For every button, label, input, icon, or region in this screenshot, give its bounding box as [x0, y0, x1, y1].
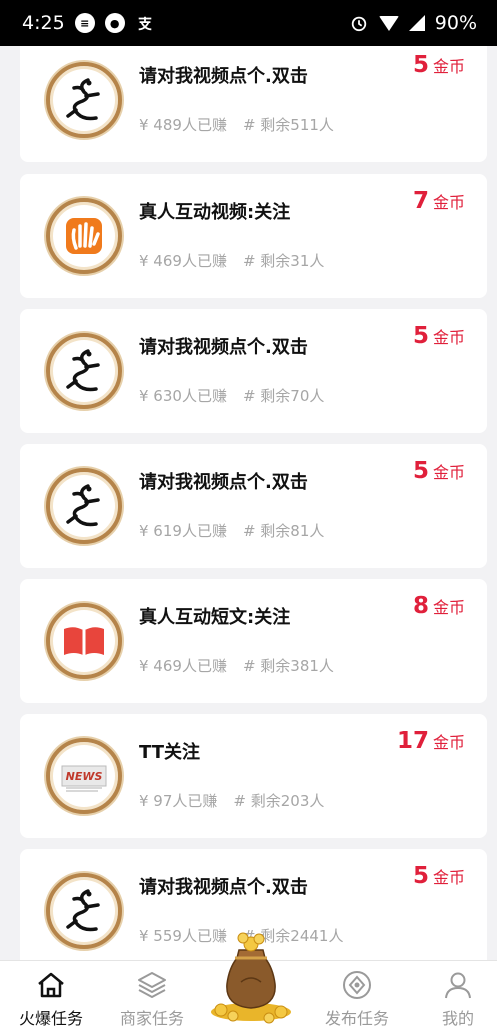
task-list[interactable]: 请对我视频点个.双击 ¥ 489人已赚 # 剩余511人 5 金币 真人互动视频…: [0, 46, 497, 960]
reward-unit: 金币: [432, 57, 465, 76]
earned-count: ¥ 469人已赚: [139, 657, 227, 675]
reward-unit: 金币: [432, 328, 465, 347]
reward-amount: 17: [396, 728, 429, 754]
battery-level: 90%: [434, 12, 477, 34]
earned-count: ¥ 630人已赚: [139, 387, 227, 405]
svg-text:NEWS: NEWS: [66, 770, 103, 783]
task-card[interactable]: NEWS TT关注 ¥ 97人已赚 # 剩余203人 17 金币: [20, 714, 487, 838]
task-title: 请对我视频点个.双击: [139, 472, 308, 493]
task-stats: ¥ 630人已赚 # 剩余70人: [139, 385, 324, 406]
remaining-count: # 剩余70人: [242, 387, 325, 405]
tab-label: 我的: [441, 1009, 474, 1028]
reward: 7 金币: [413, 188, 465, 214]
status-bar-right: 90%: [349, 12, 477, 34]
remaining-count: # 剩余203人: [233, 792, 325, 810]
tab-publish-task[interactable]: 发布任务: [312, 961, 402, 1033]
task-title: 请对我视频点个.双击: [139, 877, 308, 898]
dragon-logo-icon: [46, 333, 122, 409]
news-logo-icon: NEWS: [46, 738, 122, 814]
task-card[interactable]: 请对我视频点个.双击 ¥ 489人已赚 # 剩余511人 5 金币: [20, 46, 487, 162]
reward-amount: 5: [412, 52, 429, 78]
task-card[interactable]: 真人互动短文:关注 ¥ 469人已赚 # 剩余381人 8 金币: [20, 579, 487, 703]
task-title: TT关注: [139, 742, 200, 763]
tab-merchant-tasks[interactable]: 商家任务: [107, 961, 197, 1033]
task-stats: ¥ 469人已赚 # 剩余381人: [139, 655, 334, 676]
message-notification-icon: ≡: [74, 13, 95, 33]
user-icon: [445, 972, 471, 999]
hand-logo-icon: [46, 198, 122, 274]
task-title: 真人互动短文:关注: [139, 607, 291, 628]
status-time: 4:25: [22, 12, 65, 34]
earned-count: ¥ 469人已赚: [139, 252, 227, 270]
reward: 5 金币: [413, 863, 465, 889]
reward-unit: 金币: [432, 868, 465, 887]
task-title: 请对我视频点个.双击: [139, 66, 308, 87]
reward: 5 金币: [413, 323, 465, 349]
task-card[interactable]: 请对我视频点个.双击 ¥ 619人已赚 # 剩余81人 5 金币: [20, 444, 487, 568]
wifi-icon: [378, 15, 399, 31]
reward: 5 金币: [413, 458, 465, 484]
reward-amount: 7: [412, 188, 429, 214]
reward-amount: 5: [412, 458, 429, 484]
tab-label: 发布任务: [324, 1009, 389, 1028]
reward-unit: 金币: [432, 733, 465, 752]
task-stats: ¥ 619人已赚 # 剩余81人: [139, 520, 324, 541]
status-bar: 4:25 ≡ ● 90%: [0, 0, 497, 46]
reward-unit: 金币: [432, 598, 465, 617]
reward-amount: 5: [412, 863, 429, 889]
task-title: 请对我视频点个.双击: [139, 337, 308, 358]
reward: 5 金币: [413, 52, 465, 78]
layers-icon: [138, 972, 166, 998]
task-title: 真人互动视频:关注: [139, 202, 291, 223]
book-logo-icon: [46, 603, 122, 679]
alipay-notification-icon: [135, 13, 155, 33]
dragon-logo-icon: [46, 873, 122, 949]
task-stats: ¥ 97人已赚 # 剩余203人: [139, 790, 324, 811]
reward: 8 金币: [413, 593, 465, 619]
tab-label: 火爆任务: [18, 1009, 83, 1028]
reward-amount: 5: [412, 323, 429, 349]
earned-count: ¥ 489人已赚: [139, 116, 227, 134]
publish-icon: [343, 971, 371, 999]
task-card[interactable]: 请对我视频点个.双击 ¥ 630人已赚 # 剩余70人 5 金币: [20, 309, 487, 433]
remaining-count: # 剩余511人: [242, 116, 334, 134]
task-stats: ¥ 469人已赚 # 剩余31人: [139, 250, 324, 271]
reward-unit: 金币: [432, 193, 465, 212]
status-bar-left: 4:25 ≡ ●: [22, 12, 155, 34]
earned-count: ¥ 619人已赚: [139, 522, 227, 540]
alarm-icon: [349, 13, 369, 33]
remaining-count: # 剩余381人: [242, 657, 334, 675]
signal-icon: [408, 15, 425, 31]
money-bag-icon[interactable]: [207, 932, 295, 1024]
remaining-count: # 剩余81人: [242, 522, 325, 540]
dragon-logo-icon: [46, 468, 122, 544]
home-icon: [38, 972, 64, 998]
tab-label: 商家任务: [119, 1009, 184, 1028]
earned-count: ¥ 97人已赚: [139, 792, 218, 810]
reward-unit: 金币: [432, 463, 465, 482]
task-card[interactable]: 真人互动视频:关注 ¥ 469人已赚 # 剩余31人 7 金币: [20, 174, 487, 298]
wechat-notification-icon: ●: [104, 13, 125, 33]
dragon-logo-icon: [46, 62, 122, 138]
tab-mine[interactable]: 我的: [413, 961, 497, 1033]
reward-amount: 8: [412, 593, 429, 619]
task-stats: ¥ 489人已赚 # 剩余511人: [139, 114, 334, 135]
reward: 17 金币: [397, 728, 465, 754]
tab-hot-tasks[interactable]: 火爆任务: [6, 961, 96, 1033]
remaining-count: # 剩余31人: [242, 252, 325, 270]
